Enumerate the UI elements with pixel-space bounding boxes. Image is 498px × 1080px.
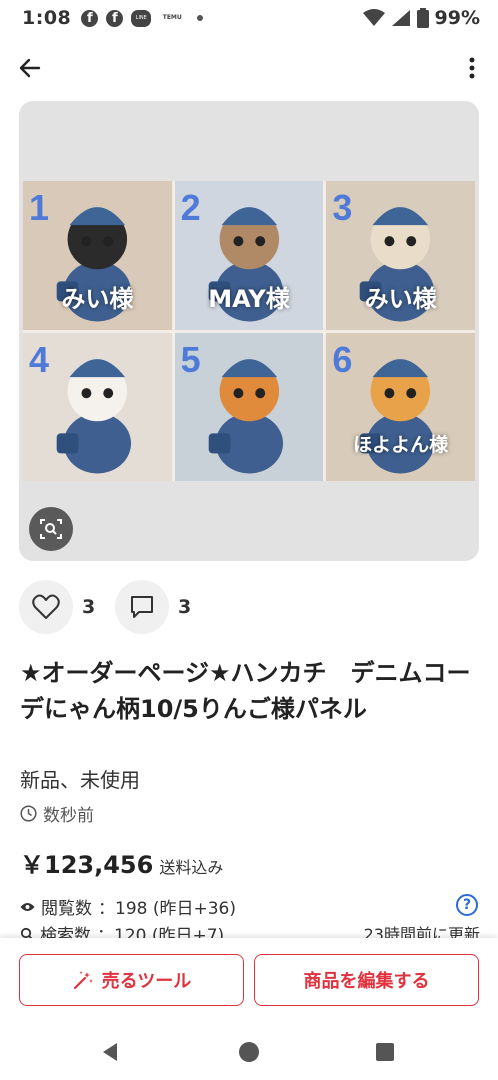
image-tile: 4: [23, 332, 172, 481]
like-button[interactable]: [19, 580, 73, 634]
tile-label: みい様: [61, 284, 134, 313]
app-header: [0, 44, 498, 90]
line-icon: LINE: [131, 9, 152, 27]
nav-back-button[interactable]: [98, 1040, 122, 1064]
price: ￥123,456: [20, 851, 154, 879]
eye-icon: [20, 902, 35, 911]
image-tile: 6 ほよよん様: [326, 332, 475, 481]
square-recents-icon: [376, 1043, 394, 1061]
sell-tools-button[interactable]: 売るツール: [19, 954, 244, 1006]
image-tile: 3 みい様: [326, 181, 475, 330]
clock-icon: [20, 805, 37, 822]
tile-number: 4: [29, 338, 50, 380]
edit-item-label: 商品を編集する: [303, 971, 430, 992]
tile-number: 2: [180, 187, 201, 228]
tile-number: 1: [29, 187, 50, 228]
comment-count: 3: [178, 596, 192, 618]
tile-label: ほよよん様: [353, 434, 449, 456]
image-tile: 2 MAY様: [174, 181, 324, 330]
sell-tools-label: 売るツール: [101, 971, 192, 992]
views-stat: 閲覧数 ：198 (昨日+36): [20, 894, 236, 919]
nav-home-button[interactable]: [237, 1040, 261, 1064]
triangle-back-icon: [103, 1043, 117, 1061]
like-count: 3: [82, 596, 96, 618]
status-time: 1:08: [22, 7, 72, 29]
product-condition: 新品、未使用: [20, 768, 140, 792]
product-image[interactable]: 1 みい様 2 MAY様 3 みい様 4 5 6 ほよよん様: [19, 101, 479, 561]
facebook-icon: f: [81, 9, 99, 27]
wifi-icon: [362, 9, 385, 26]
views-value: ：198 (昨日+36): [98, 899, 236, 919]
signal-icon: [391, 10, 410, 26]
product-title: ★オーダーページ★ハンカチ デニムコーデにゃん柄10/5りんご様パネル: [20, 659, 471, 723]
battery-percent: 99%: [434, 7, 480, 29]
more-options-button[interactable]: [462, 52, 482, 84]
image-search-button[interactable]: [29, 507, 73, 551]
views-label: 閲覧数: [41, 899, 92, 919]
battery-icon: [416, 8, 429, 28]
price-row: ￥123,456 送料込み: [20, 845, 223, 880]
help-icon[interactable]: ?: [456, 894, 478, 916]
kebab-menu-icon: [469, 57, 475, 79]
comment-button[interactable]: [115, 580, 169, 634]
image-tile: 1 みい様: [23, 181, 172, 330]
posted-time: 数秒前: [20, 801, 94, 826]
system-nav-bar: [0, 1020, 498, 1080]
scan-search-icon: [40, 519, 62, 539]
tile-number: 3: [332, 187, 353, 228]
tile-number: 6: [332, 338, 353, 380]
notification-dot-icon: [197, 15, 204, 21]
temu-icon: TEMU: [162, 14, 182, 21]
image-collage: 1 みい様 2 MAY様 3 みい様 4 5 6 ほよよん様: [23, 181, 475, 481]
circle-home-icon: [239, 1042, 259, 1062]
back-button[interactable]: [14, 52, 46, 84]
posted-time-label: 数秒前: [43, 806, 94, 826]
facebook-icon: f: [106, 9, 124, 27]
bottom-action-bar: 売るツール 商品を編集する: [0, 938, 498, 1020]
status-bar: 1:08 f f LINE TEMU 99%: [0, 0, 498, 36]
magic-wand-icon: [73, 971, 93, 990]
tile-label: みい様: [364, 284, 437, 313]
nav-recents-button[interactable]: [373, 1040, 397, 1064]
image-tile: 5: [174, 332, 324, 481]
shipping-label: 送料込み: [159, 858, 224, 877]
tile-label: MAY様: [208, 284, 290, 313]
tile-number: 5: [180, 338, 201, 380]
heart-icon: [32, 594, 60, 619]
edit-item-button[interactable]: 商品を編集する: [254, 954, 479, 1006]
comment-icon: [131, 596, 153, 618]
arrow-left-icon: [19, 58, 41, 78]
